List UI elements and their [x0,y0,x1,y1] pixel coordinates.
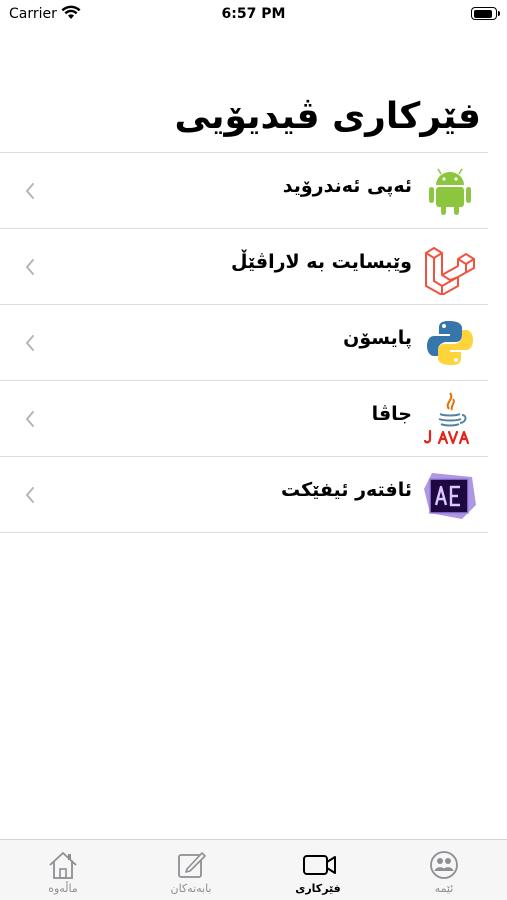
clock: 6:57 PM [221,6,286,22]
battery-icon [471,7,500,20]
course-label: جاڤا [371,403,412,425]
tab-tutorials[interactable]: فێرکاری [258,840,378,900]
home-icon [49,852,77,879]
chevron-left-icon [25,411,34,427]
tab-label: فێرکاری [295,882,341,895]
tab-bar: ئێمە فێرکاری بابەتەکان ماڵەوە [0,839,507,900]
course-list: ئەپی ئەندرۆید وێبسایت بە لاراڤێڵ پایسۆن … [0,152,488,533]
tab-about[interactable]: ئێمە [384,840,504,900]
status-bar: Carrier 6:57 PM [0,0,507,30]
java-icon [423,392,470,445]
list-item-android[interactable]: ئەپی ئەندرۆید [0,152,488,228]
tab-label: ماڵەوە [48,882,78,895]
tab-topics[interactable]: بابەتەکان [131,840,251,900]
page-title: فێرکاری ڤیدیۆیی [174,96,481,137]
list-item-laravel[interactable]: وێبسایت بە لاراڤێڵ [0,228,488,304]
course-label: وێبسایت بە لاراڤێڵ [230,251,412,273]
chevron-left-icon [25,487,34,503]
list-item-java[interactable]: جاڤا [0,380,488,456]
after-effects-icon [424,473,476,519]
users-icon [430,851,458,879]
python-icon [427,321,473,365]
list-item-python[interactable]: پایسۆن [0,304,488,380]
course-label: ئافتەر ئیفێکت [280,479,412,501]
chevron-left-icon [25,335,34,351]
course-label: ئەپی ئەندرۆید [282,175,412,197]
course-label: پایسۆن [343,327,412,349]
laravel-icon [425,247,475,295]
chevron-left-icon [25,259,34,275]
android-icon [429,168,471,215]
chevron-left-icon [25,183,34,199]
list-item-after-effects[interactable]: ئافتەر ئیفێکت [0,456,488,533]
tab-label: ئێمە [434,882,454,895]
video-icon [303,855,336,875]
edit-icon [178,852,206,878]
tab-label: بابەتەکان [170,882,212,895]
tab-home[interactable]: ماڵەوە [3,840,123,900]
